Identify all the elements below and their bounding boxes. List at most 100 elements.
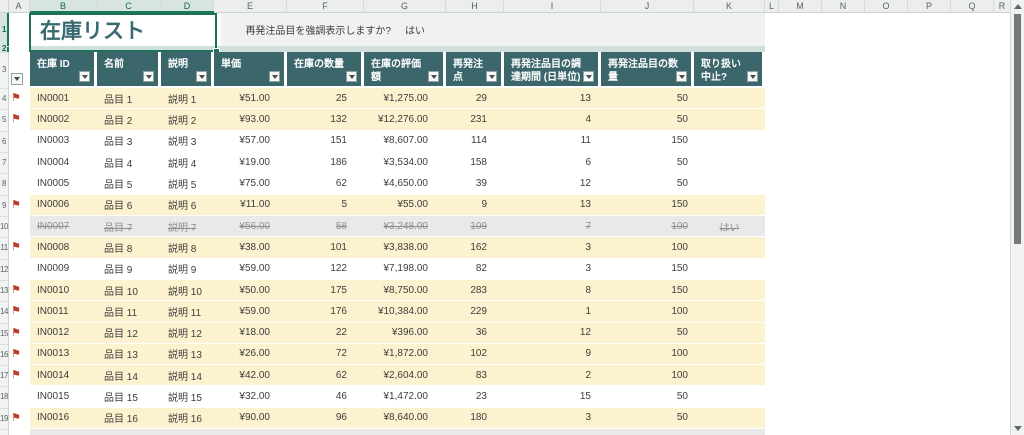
- cell-reorder_point[interactable]: 82: [446, 258, 504, 280]
- cell-name[interactable]: 品目 15: [97, 386, 161, 408]
- cell-unit_price[interactable]: ¥42.00: [214, 365, 287, 387]
- cell-description[interactable]: 説明 15: [161, 386, 214, 408]
- header-lead_time_days[interactable]: 再発注品目の調達期間 (日単位): [504, 52, 601, 88]
- column-letter-Q[interactable]: Q: [951, 0, 994, 12]
- cell-discontinued[interactable]: [694, 194, 765, 216]
- cell-reorder_qty[interactable]: 50: [601, 109, 694, 131]
- cell-unit_price[interactable]: ¥19.00: [214, 151, 287, 174]
- cell-description[interactable]: 説明 13: [161, 343, 214, 366]
- cell-id[interactable]: IN0004: [30, 151, 97, 174]
- cell-unit_price[interactable]: ¥26.00: [214, 343, 287, 366]
- cell-reorder_qty[interactable]: 100: [601, 343, 694, 366]
- cell-discontinued[interactable]: [694, 365, 765, 387]
- cell-name[interactable]: 品目 9: [97, 258, 161, 280]
- cell-unit_price[interactable]: ¥57.00: [214, 130, 287, 152]
- header-name[interactable]: 名前: [97, 52, 161, 88]
- cell-discontinued[interactable]: [694, 109, 765, 131]
- column-letter-O[interactable]: O: [865, 0, 908, 12]
- cell-id[interactable]: IN0017: [30, 429, 97, 435]
- cell-reorder_point[interactable]: 39: [446, 173, 504, 195]
- cell-unit_price[interactable]: ¥11.00: [214, 194, 287, 216]
- cell-description[interactable]: 説明 10: [161, 279, 214, 302]
- cell-stock_qty[interactable]: 58: [287, 215, 364, 238]
- cell-reorder_qty[interactable]: 100: [601, 237, 694, 259]
- cell-reorder_point[interactable]: 99: [446, 429, 504, 435]
- cell-stock_qty[interactable]: 62: [287, 365, 364, 387]
- cell-discontinued[interactable]: [694, 258, 765, 280]
- cell-lead_time_days[interactable]: 9: [504, 343, 601, 366]
- cell-stock_value[interactable]: ¥55.00: [364, 194, 446, 216]
- cell-description[interactable]: 説明 3: [161, 130, 214, 152]
- cell-discontinued[interactable]: [694, 301, 765, 323]
- cell-lead_time_days[interactable]: 6: [504, 151, 601, 174]
- cell-stock_qty[interactable]: 151: [287, 130, 364, 152]
- cell-name[interactable]: 品目 5: [97, 173, 161, 195]
- cell-stock_value[interactable]: ¥7,198.00: [364, 258, 446, 280]
- cell-unit_price[interactable]: ¥32.00: [214, 386, 287, 408]
- cell-discontinued[interactable]: はい: [694, 215, 765, 238]
- cell-lead_time_days[interactable]: 3: [504, 237, 601, 259]
- cell-id[interactable]: IN0006: [30, 194, 97, 216]
- cell-stock_value[interactable]: ¥8,640.00: [364, 407, 446, 430]
- cell-name[interactable]: 品目 7: [97, 215, 161, 238]
- cell-unit_price[interactable]: ¥90.00: [214, 407, 287, 430]
- cell-unit_price[interactable]: ¥18.00: [214, 322, 287, 344]
- cell-name[interactable]: 品目 14: [97, 365, 161, 387]
- cell-lead_time_days[interactable]: 13: [504, 194, 601, 216]
- cell-id[interactable]: IN0010: [30, 279, 97, 302]
- cell-stock_qty[interactable]: 132: [287, 109, 364, 131]
- filter-button-unit_price[interactable]: [269, 71, 280, 82]
- row-number-1[interactable]: 1: [0, 13, 8, 46]
- cell-stock_qty[interactable]: 122: [287, 258, 364, 280]
- cell-name[interactable]: 品目 13: [97, 343, 161, 366]
- cell-discontinued[interactable]: [694, 88, 765, 110]
- cell-discontinued[interactable]: はい: [694, 429, 765, 435]
- cell-stock_value[interactable]: ¥3,248.00: [364, 215, 446, 238]
- cell-stock_value[interactable]: ¥3,838.00: [364, 237, 446, 259]
- cell-stock_value[interactable]: ¥3,534.00: [364, 151, 446, 174]
- cell-description[interactable]: 説明 1: [161, 88, 214, 110]
- cell-name[interactable]: 品目 4: [97, 151, 161, 174]
- cell-id[interactable]: IN0016: [30, 407, 97, 430]
- filter-button-stock_qty[interactable]: [346, 71, 357, 82]
- cell-reorder_qty[interactable]: 150: [601, 279, 694, 302]
- cell-reorder_point[interactable]: 180: [446, 407, 504, 430]
- column-letter-F[interactable]: F: [287, 0, 364, 12]
- cell-reorder_point[interactable]: 29: [446, 88, 504, 110]
- cell-unit_price[interactable]: ¥97.00: [214, 429, 287, 435]
- cell-id[interactable]: IN0011: [30, 301, 97, 323]
- cell-reorder_qty[interactable]: 50: [601, 88, 694, 110]
- cell-id[interactable]: IN0005: [30, 173, 97, 195]
- cell-reorder_qty[interactable]: 50: [601, 173, 694, 195]
- scrollbar-thumb[interactable]: [1014, 14, 1021, 244]
- cell-reorder_point[interactable]: 9: [446, 194, 504, 216]
- cell-reorder_qty[interactable]: 100: [601, 301, 694, 323]
- cell-reorder_point[interactable]: 283: [446, 279, 504, 302]
- cell-description[interactable]: 説明 12: [161, 322, 214, 344]
- cell-name[interactable]: 品目 6: [97, 194, 161, 216]
- cell-stock_value[interactable]: ¥1,872.00: [364, 343, 446, 366]
- column-letter-H[interactable]: H: [446, 0, 504, 12]
- cell-discontinued[interactable]: [694, 343, 765, 366]
- cell-discontinued[interactable]: [694, 407, 765, 430]
- cell-reorder_qty[interactable]: 50: [601, 407, 694, 430]
- filter-button-description[interactable]: [196, 71, 207, 82]
- cell-name[interactable]: 品目 8: [97, 237, 161, 259]
- cell-stock_qty[interactable]: 25: [287, 88, 364, 110]
- cell-lead_time_days[interactable]: 2: [504, 365, 601, 387]
- cell-lead_time_days[interactable]: 3: [504, 258, 601, 280]
- column-letter-R[interactable]: R: [994, 0, 1011, 12]
- cell-lead_time_days[interactable]: 1: [504, 301, 601, 323]
- cell-reorder_qty[interactable]: 50: [601, 151, 694, 174]
- cell-reorder_qty[interactable]: 100: [601, 215, 694, 238]
- header-stock_value[interactable]: 在庫の評価額: [364, 52, 446, 88]
- cell-reorder_qty[interactable]: 50: [601, 429, 694, 435]
- cell-lead_time_days[interactable]: 4: [504, 109, 601, 131]
- cell-id[interactable]: IN0012: [30, 322, 97, 344]
- cell-stock_qty[interactable]: 72: [287, 343, 364, 366]
- filter-button-lead_time_days[interactable]: [583, 71, 594, 82]
- cell-unit_price[interactable]: ¥51.00: [214, 88, 287, 110]
- scrollbar-down-arrow[interactable]: [1011, 422, 1024, 435]
- column-letter-E[interactable]: E: [214, 0, 287, 12]
- cell-lead_time_days[interactable]: 3: [504, 407, 601, 430]
